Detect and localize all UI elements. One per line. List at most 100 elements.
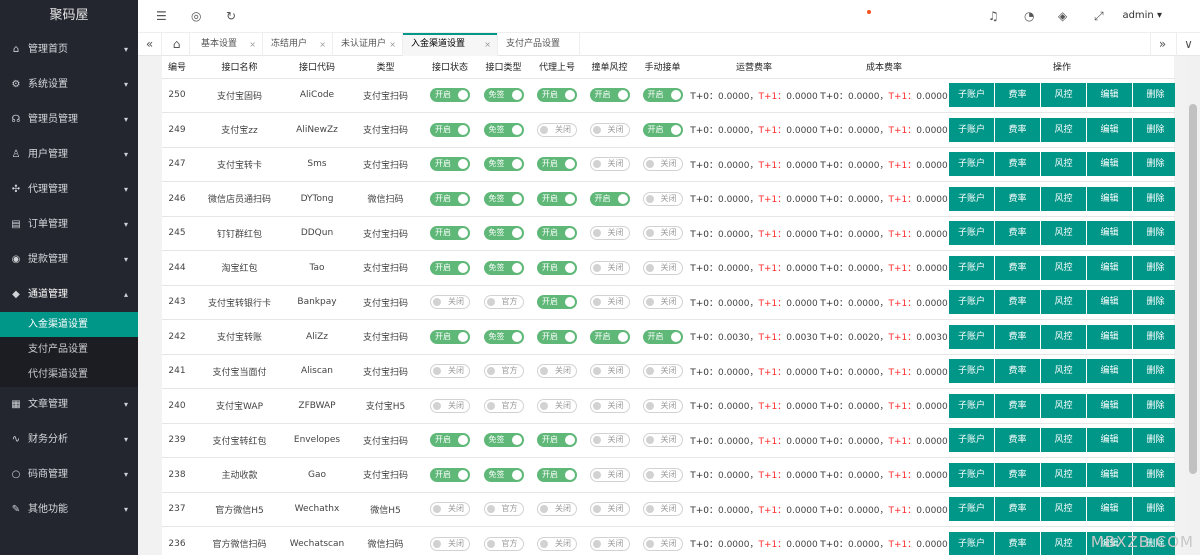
subaccount-button[interactable]: 子账户: [949, 393, 994, 418]
edit-button[interactable]: 编辑: [1087, 117, 1132, 142]
sidebar-item-circle[interactable]: ○ 码商管理 ▾: [0, 457, 138, 492]
manual-switch[interactable]: 关闭: [642, 364, 683, 379]
risk-switch[interactable]: 关闭: [589, 467, 630, 482]
risk-control-button[interactable]: 风控: [1041, 117, 1086, 142]
globe-icon[interactable]: ◎: [191, 0, 201, 32]
tab-prev-icon[interactable]: «: [138, 33, 162, 56]
sidebar-subitem-3[interactable]: 代付渠道设置: [0, 362, 138, 387]
edit-button[interactable]: 编辑: [1087, 290, 1132, 315]
subaccount-button[interactable]: 子账户: [949, 255, 994, 280]
rate-button[interactable]: 费率: [995, 117, 1040, 142]
type-switch[interactable]: 官方: [483, 398, 524, 413]
subaccount-button[interactable]: 子账户: [949, 152, 994, 177]
manual-switch[interactable]: 关闭: [642, 157, 683, 172]
status-switch[interactable]: 开启: [430, 433, 470, 448]
menu-toggle-icon[interactable]: ☰: [156, 0, 167, 32]
type-switch[interactable]: 官方: [483, 536, 524, 551]
subaccount-button[interactable]: 子账户: [949, 221, 994, 246]
risk-switch[interactable]: 关闭: [589, 433, 630, 448]
subaccount-button[interactable]: 子账户: [949, 359, 994, 384]
sidebar-item-withdraw[interactable]: ◉ 提款管理 ▾: [0, 242, 138, 277]
agent-switch[interactable]: 开启: [537, 295, 577, 310]
sidebar-item-article[interactable]: ▦ 文章管理 ▾: [0, 387, 138, 422]
manual-switch[interactable]: 关闭: [642, 226, 683, 241]
type-switch[interactable]: 官方: [483, 502, 524, 517]
manual-switch[interactable]: 开启: [642, 329, 683, 344]
rate-button[interactable]: 费率: [995, 324, 1040, 349]
sidebar-item-user[interactable]: ♙ 用户管理 ▾: [0, 137, 138, 172]
risk-switch[interactable]: 关闭: [589, 536, 630, 551]
risk-control-button[interactable]: 风控: [1041, 428, 1086, 453]
agent-switch[interactable]: 关闭: [537, 122, 577, 137]
status-switch[interactable]: 开启: [430, 191, 470, 206]
rate-button[interactable]: 费率: [995, 152, 1040, 177]
scroll-thumb[interactable]: [1189, 104, 1197, 474]
manual-switch[interactable]: 关闭: [642, 260, 683, 275]
status-switch[interactable]: 开启: [430, 329, 470, 344]
status-switch[interactable]: 开启: [430, 122, 470, 137]
risk-control-button[interactable]: 风控: [1041, 497, 1086, 522]
manual-switch[interactable]: 关闭: [642, 295, 683, 310]
subaccount-button[interactable]: 子账户: [949, 428, 994, 453]
edit-button[interactable]: 编辑: [1087, 221, 1132, 246]
edit-button[interactable]: 编辑: [1087, 83, 1132, 108]
risk-control-button[interactable]: 风控: [1041, 393, 1086, 418]
sidebar-item-edit[interactable]: ✎ 其他功能 ▾: [0, 492, 138, 527]
risk-switch[interactable]: 关闭: [589, 502, 630, 517]
bell-icon[interactable]: ♫: [988, 0, 999, 32]
rate-button[interactable]: 费率: [995, 497, 1040, 522]
status-switch[interactable]: 关闭: [430, 536, 470, 551]
risk-switch[interactable]: 开启: [589, 329, 630, 344]
manual-switch[interactable]: 关闭: [642, 191, 683, 206]
status-switch[interactable]: 开启: [430, 260, 470, 275]
user-menu[interactable]: admin ▾: [1122, 0, 1162, 32]
sidebar-item-network[interactable]: ✣ 代理管理 ▾: [0, 172, 138, 207]
subaccount-button[interactable]: 子账户: [949, 83, 994, 108]
edit-button[interactable]: 编辑: [1087, 462, 1132, 487]
delete-button[interactable]: 删除: [1133, 290, 1175, 315]
tab-more-icon[interactable]: ∨: [1176, 33, 1200, 56]
close-icon[interactable]: ×: [319, 33, 326, 56]
rate-button[interactable]: 费率: [995, 221, 1040, 246]
delete-button[interactable]: 删除: [1133, 255, 1175, 280]
sidebar-item-diamond[interactable]: ◆ 通道管理 ▴: [0, 277, 138, 312]
tab-next-icon[interactable]: »: [1150, 33, 1174, 56]
agent-switch[interactable]: 关闭: [537, 364, 577, 379]
risk-control-button[interactable]: 风控: [1041, 221, 1086, 246]
subaccount-button[interactable]: 子账户: [949, 117, 994, 142]
delete-button[interactable]: 删除: [1133, 393, 1175, 418]
tab-2[interactable]: 冻结用户 ×: [263, 33, 333, 56]
tag-icon[interactable]: ◈: [1058, 0, 1067, 32]
delete-button[interactable]: 删除: [1133, 117, 1175, 142]
tab-1[interactable]: 基本设置 ×: [193, 33, 263, 56]
agent-switch[interactable]: 开启: [537, 88, 577, 103]
status-switch[interactable]: 关闭: [430, 364, 470, 379]
status-switch[interactable]: 关闭: [430, 398, 470, 413]
sidebar-item-pulse[interactable]: ∿ 财务分析 ▾: [0, 422, 138, 457]
sidebar-subitem-2[interactable]: 支付产品设置: [0, 337, 138, 362]
agent-switch[interactable]: 开启: [537, 157, 577, 172]
risk-control-button[interactable]: 风控: [1041, 290, 1086, 315]
risk-control-button[interactable]: 风控: [1041, 152, 1086, 177]
risk-switch[interactable]: 关闭: [589, 122, 630, 137]
type-switch[interactable]: 免签: [483, 260, 524, 275]
risk-control-button[interactable]: 风控: [1041, 83, 1086, 108]
edit-button[interactable]: 编辑: [1087, 428, 1132, 453]
manual-switch[interactable]: 关闭: [642, 502, 683, 517]
risk-control-button[interactable]: 风控: [1041, 359, 1086, 384]
subaccount-button[interactable]: 子账户: [949, 186, 994, 211]
risk-switch[interactable]: 关闭: [589, 260, 630, 275]
sidebar-item-headset[interactable]: ☊ 管理员管理 ▾: [0, 102, 138, 137]
status-switch[interactable]: 开启: [430, 88, 470, 103]
delete-button[interactable]: 删除: [1133, 497, 1175, 522]
type-switch[interactable]: 官方: [483, 364, 524, 379]
delete-button[interactable]: 删除: [1133, 152, 1175, 177]
subaccount-button[interactable]: 子账户: [949, 497, 994, 522]
sidebar-item-order[interactable]: ▤ 订单管理 ▾: [0, 207, 138, 242]
delete-button[interactable]: 删除: [1133, 428, 1175, 453]
type-switch[interactable]: 官方: [483, 295, 524, 310]
delete-button[interactable]: 删除: [1133, 83, 1175, 108]
tab-3[interactable]: 未认证用户 ×: [333, 33, 403, 56]
risk-control-button[interactable]: 风控: [1041, 255, 1086, 280]
sidebar-subitem-1[interactable]: 入金渠道设置: [0, 312, 138, 337]
